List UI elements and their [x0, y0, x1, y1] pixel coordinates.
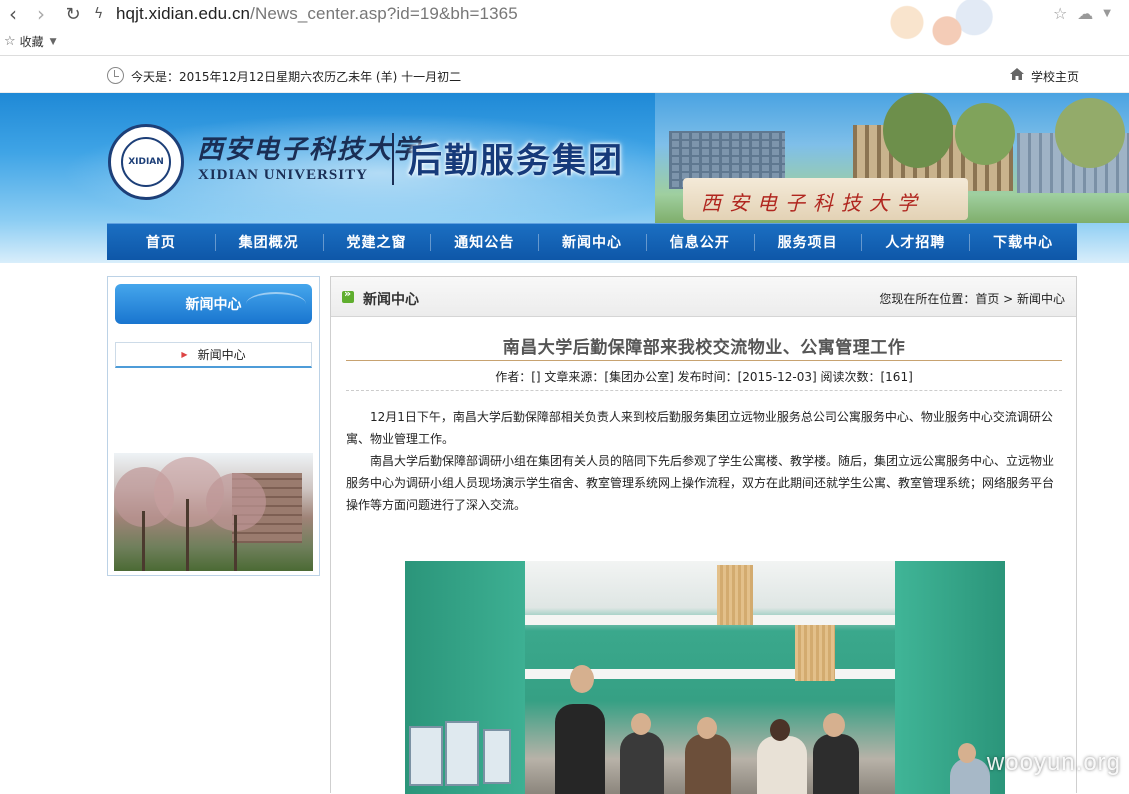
person-head	[570, 665, 594, 693]
tree-photo	[1055, 98, 1125, 168]
sidebar-item-label: 新闻中心	[198, 346, 246, 363]
swoosh-decoration	[246, 292, 306, 316]
forward-icon[interactable]: ›	[30, 3, 52, 25]
display-board	[409, 726, 443, 786]
cloud-icon[interactable]: ☁	[1077, 4, 1093, 23]
section-title: 新闻中心	[363, 289, 419, 309]
display-board	[483, 729, 511, 784]
group-name: 后勤服务集团	[408, 133, 624, 182]
article-body: 12月1日下午，南昌大学后勤保障部相关负责人来到校后勤服务集团立远物业服务总公司…	[346, 406, 1062, 516]
logo-divider	[392, 133, 394, 185]
url-path: /News_center.asp?id=19&bh=1365	[250, 4, 518, 23]
nav-recruitment[interactable]: 人才招聘	[861, 224, 969, 260]
sidebar-header-label: 新闻中心	[186, 294, 242, 314]
person-head	[697, 717, 717, 739]
skin-decoration	[859, 0, 1019, 56]
browser-chrome: ‹ › ↻ ϟ hqjt.xidian.edu.cn/News_center.a…	[0, 0, 1129, 58]
content-header: 新闻中心 您现在所在位置：首页 > 新闻中心	[331, 277, 1076, 317]
address-row: ‹ › ↻ ϟ hqjt.xidian.edu.cn/News_center.a…	[0, 0, 1129, 28]
back-icon[interactable]: ‹	[2, 3, 24, 25]
dropdown-icon[interactable]: ▼	[1103, 8, 1111, 19]
chrome-tools: ☆ ☁ ▼	[1053, 4, 1111, 23]
nav-info-disclosure[interactable]: 信息公开	[646, 224, 754, 260]
person	[620, 732, 664, 794]
person	[555, 704, 605, 794]
person-head	[770, 719, 790, 741]
nav-party-window[interactable]: 党建之窗	[323, 224, 431, 260]
tree-photo	[883, 93, 953, 168]
display-board	[445, 721, 479, 786]
campus-photo: 西安电子科技大学	[655, 93, 1129, 223]
reload-icon[interactable]: ↻	[62, 3, 84, 25]
meta-divider	[346, 390, 1062, 391]
nav-downloads[interactable]: 下载中心	[969, 224, 1077, 260]
tree-trunk	[186, 499, 189, 571]
url-host: hqjt.xidian.edu.cn	[116, 4, 250, 23]
sidebar-item-news-center[interactable]: ▶ 新闻中心	[115, 342, 312, 368]
watermark: wooyun.org	[987, 749, 1121, 777]
date-text: 今天是：2015年12月12日星期六农历乙未年 (羊) 十一月初二	[131, 68, 461, 85]
tree-trunk	[234, 515, 237, 571]
article-photo	[405, 561, 1005, 794]
stone-monument: 西安电子科技大学	[683, 178, 968, 220]
article-title: 南昌大学后勤保障部来我校交流物业、公寓管理工作	[346, 333, 1062, 358]
window-blind	[717, 565, 753, 625]
main-navigation: 首页 集团概况 党建之窗 通知公告 新闻中心 信息公开 服务项目 人才招聘 下载…	[107, 223, 1077, 260]
article-meta: 作者：[] 文章来源：[集团办公室] 发布时间：[2015-12-03] 阅读次…	[346, 368, 1062, 385]
university-seal-logo[interactable]: XIDIAN	[108, 124, 184, 200]
nav-home[interactable]: 首页	[107, 224, 215, 260]
tree-trunk	[142, 511, 145, 571]
bookmark-star-icon[interactable]: ☆	[1053, 4, 1067, 23]
arrow-right-icon: ▶	[181, 350, 187, 359]
sidebar-header: 新闻中心	[115, 284, 312, 324]
lightning-icon: ϟ	[94, 6, 108, 22]
tree-photo	[955, 103, 1015, 165]
window-blind	[795, 625, 835, 681]
school-home-link[interactable]: 学校主页	[1031, 68, 1079, 85]
person	[950, 758, 990, 794]
title-divider	[346, 360, 1062, 361]
article-paragraph: 南昌大学后勤保障部调研小组在集团有关人员的陪同下先后参观了学生公寓楼、教学楼。随…	[346, 450, 1062, 516]
seal-text: XIDIAN	[121, 137, 171, 187]
university-name-en: XIDIAN UNIVERSITY	[198, 167, 368, 184]
content-panel: 新闻中心 您现在所在位置：首页 > 新闻中心 南昌大学后勤保障部来我校交流物业、…	[330, 276, 1077, 793]
info-bar: 今天是：2015年12月12日星期六农历乙未年 (羊) 十一月初二 学校主页	[0, 58, 1129, 93]
person	[757, 736, 807, 794]
double-arrow-icon	[342, 291, 354, 303]
article-paragraph: 12月1日下午，南昌大学后勤保障部相关负责人来到校后勤服务集团立远物业服务总公司…	[346, 406, 1062, 450]
person	[685, 734, 731, 794]
person	[813, 734, 859, 794]
clock-icon	[107, 67, 124, 84]
university-name-cn: 西安电子科技大学	[197, 129, 421, 166]
chevron-down-icon[interactable]: ▼	[50, 37, 57, 47]
address-bar[interactable]: hqjt.xidian.edu.cn/News_center.asp?id=19…	[116, 4, 518, 24]
favorites-star-icon: ☆	[4, 34, 16, 49]
sidebar-campus-photo	[114, 453, 313, 571]
home-icon	[1009, 67, 1025, 81]
breadcrumb: 您现在所在位置：首页 > 新闻中心	[879, 290, 1065, 307]
person-head	[631, 713, 651, 735]
sidebar: 新闻中心 ▶ 新闻中心	[107, 276, 320, 576]
favorites-button[interactable]: 收藏	[20, 33, 44, 50]
stone-text: 西安电子科技大学	[701, 187, 925, 216]
nav-news-center[interactable]: 新闻中心	[538, 224, 646, 260]
nav-group-overview[interactable]: 集团概况	[215, 224, 323, 260]
person-head	[823, 713, 845, 737]
person-head	[958, 743, 976, 763]
nav-services[interactable]: 服务项目	[754, 224, 862, 260]
nav-notices[interactable]: 通知公告	[430, 224, 538, 260]
